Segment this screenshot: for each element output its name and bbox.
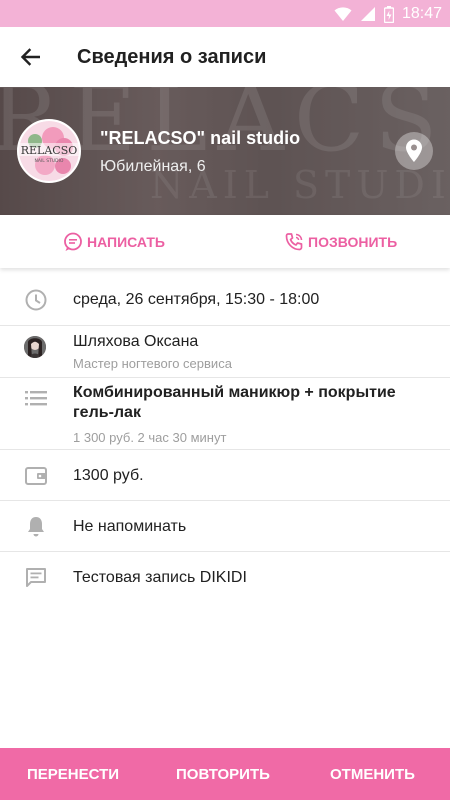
list-icon bbox=[24, 386, 48, 410]
status-bar: 18:47 bbox=[0, 0, 450, 27]
appointment-comment: Тестовая запись DIKIDI bbox=[73, 569, 247, 586]
status-time: 18:47 bbox=[401, 5, 442, 22]
studio-address: Юбилейная, 6 bbox=[100, 158, 206, 175]
signal-icon bbox=[360, 7, 375, 21]
chat-icon bbox=[64, 232, 82, 251]
contact-actions: НАПИСАТЬ ПОЗВОНИТЬ bbox=[0, 215, 450, 268]
appointment-price: 1300 руб. bbox=[73, 467, 144, 484]
reminder-setting: Не напоминать bbox=[73, 518, 187, 535]
wifi-icon bbox=[334, 7, 352, 21]
logo-text: RELACSO bbox=[21, 144, 78, 157]
back-button[interactable] bbox=[14, 43, 46, 71]
arrow-back-icon bbox=[20, 48, 40, 66]
master-role: Мастер ногтевого сервиса bbox=[73, 356, 232, 371]
comment-icon bbox=[24, 566, 48, 590]
studio-logo-image: RELACSO NAIL STUDIO bbox=[19, 121, 79, 181]
datetime-row: среда, 26 сентября, 15:30 - 18:00 bbox=[0, 274, 450, 326]
appointment-datetime: среда, 26 сентября, 15:30 - 18:00 bbox=[73, 291, 320, 308]
master-name: Шляхова Оксана bbox=[73, 333, 199, 350]
master-row[interactable]: Шляхова Оксана Мастер ногтевого сервиса bbox=[0, 326, 450, 378]
price-row: 1300 руб. bbox=[0, 450, 450, 501]
studio-name: "RELACSO" nail studio bbox=[100, 128, 301, 148]
battery-icon bbox=[383, 5, 394, 23]
write-label: НАПИСАТЬ bbox=[87, 233, 165, 250]
service-row: Комбинированный маникюр + покрытие гель-… bbox=[0, 378, 450, 450]
studio-logo[interactable]: RELACSO NAIL STUDIO bbox=[17, 119, 81, 183]
service-meta: 1 300 руб. 2 час 30 минут bbox=[73, 430, 227, 445]
master-avatar bbox=[24, 336, 46, 358]
call-label: ПОЗВОНИТЬ bbox=[308, 233, 398, 250]
comment-row: Тестовая запись DIKIDI bbox=[0, 552, 450, 604]
wallet-icon bbox=[24, 464, 48, 488]
map-button[interactable] bbox=[395, 132, 433, 170]
repeat-button[interactable]: ПОВТОРИТЬ bbox=[176, 748, 270, 800]
status-icons: 18:47 bbox=[334, 4, 442, 24]
page-title: Сведения о записи bbox=[77, 46, 267, 68]
bottom-action-bar: ПЕРЕНЕСТИ ПОВТОРИТЬ ОТМЕНИТЬ bbox=[0, 748, 450, 800]
location-pin-icon bbox=[406, 139, 422, 162]
call-button[interactable]: ПОЗВОНИТЬ bbox=[284, 215, 397, 268]
service-name: Комбинированный маникюр + покрытие гель-… bbox=[73, 384, 396, 421]
logo-subtext: NAIL STUDIO bbox=[35, 158, 64, 164]
reminder-row[interactable]: Не напоминать bbox=[0, 501, 450, 552]
reschedule-button[interactable]: ПЕРЕНЕСТИ bbox=[27, 748, 119, 800]
cancel-button[interactable]: ОТМЕНИТЬ bbox=[330, 748, 415, 800]
clock-icon bbox=[24, 288, 48, 312]
bell-icon bbox=[24, 514, 48, 538]
app-bar: Сведения о записи bbox=[0, 27, 450, 87]
phone-icon bbox=[285, 232, 303, 250]
studio-banner: RELACSO NAIL STUDIO RELACSO NAIL STUDIO … bbox=[0, 87, 450, 215]
write-button[interactable]: НАПИСАТЬ bbox=[63, 215, 165, 268]
